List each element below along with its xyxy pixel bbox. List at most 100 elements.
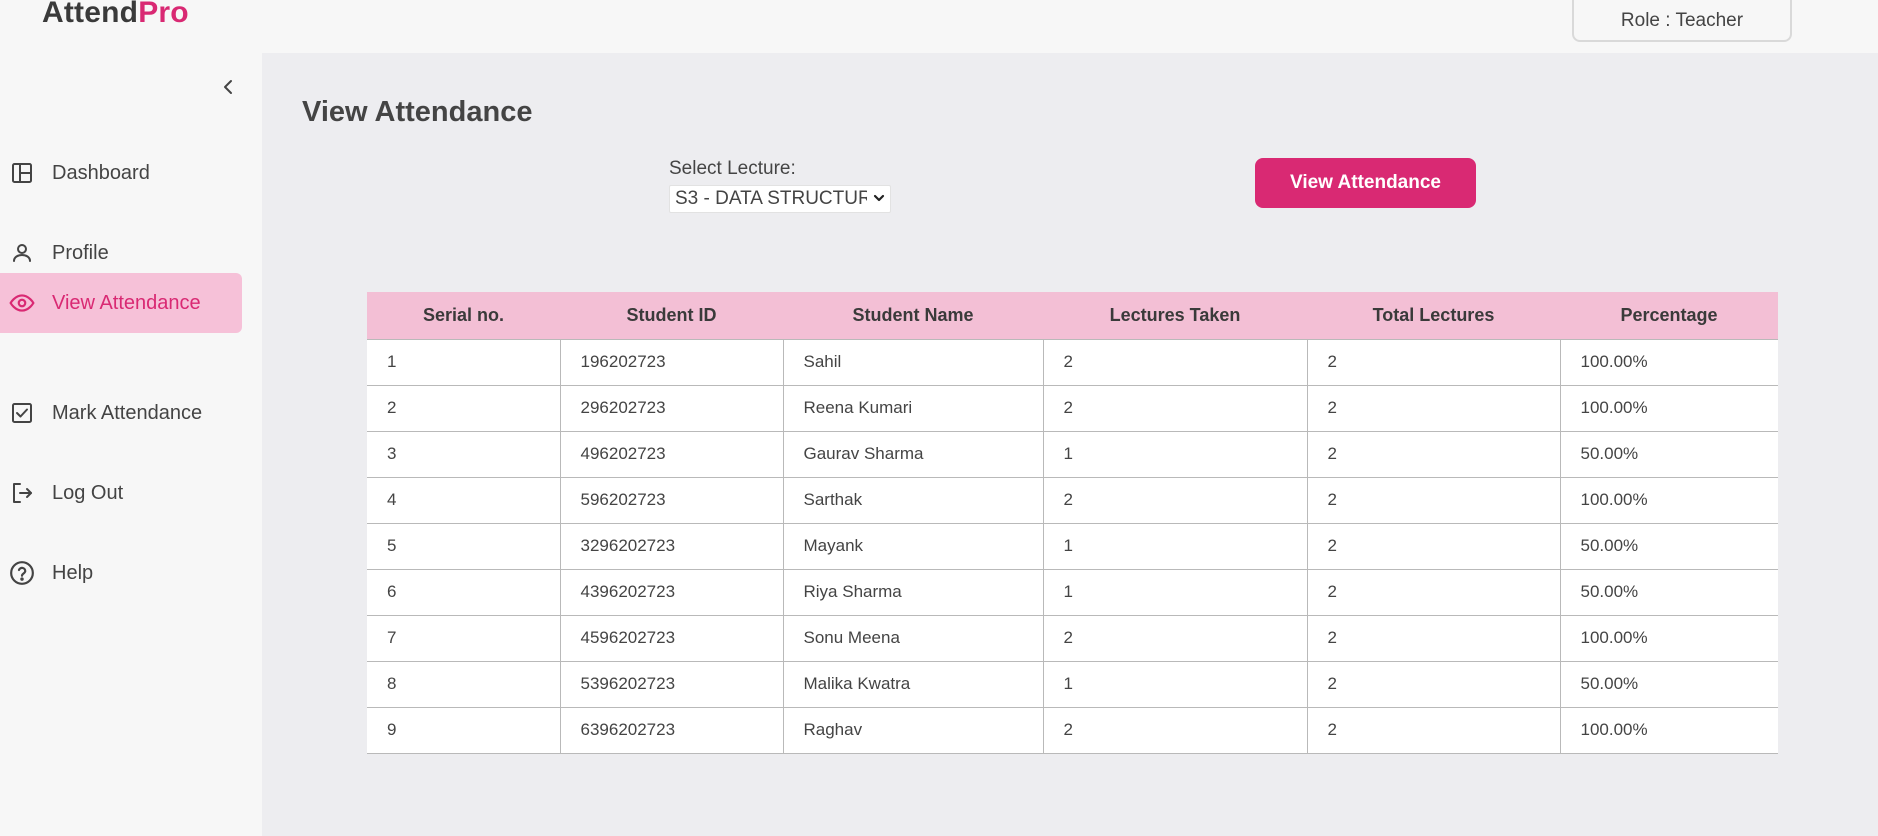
- table-cell: 1: [367, 338, 561, 386]
- table-cell: 2: [1306, 430, 1561, 478]
- column-header[interactable]: Lectures Taken: [1043, 292, 1307, 339]
- table-cell: 2: [1306, 384, 1561, 432]
- table-cell: 5396202723: [559, 660, 784, 708]
- logo-text-main: Attend: [42, 0, 139, 29]
- sidebar: Dashboard Profile View Attendance Mark A…: [0, 53, 262, 836]
- main-content: View Attendance Select Lecture: S3 - DAT…: [262, 53, 1878, 836]
- table-cell: 4396202723: [559, 568, 784, 616]
- table-cell: 6396202723: [559, 706, 784, 754]
- logout-icon: [9, 480, 35, 506]
- attendance-table-container: Serial no. Student ID Student Name Lectu…: [367, 292, 1778, 754]
- column-header[interactable]: Student ID: [560, 292, 783, 339]
- view-attendance-button[interactable]: View Attendance: [1255, 158, 1476, 208]
- user-icon: [9, 240, 35, 266]
- table-cell: 4: [367, 476, 561, 524]
- top-header: AttendPro Role : Teacher: [0, 0, 1878, 53]
- table-cell: 1: [1042, 568, 1308, 616]
- sidebar-item-mark-attendance[interactable]: Mark Attendance: [0, 383, 242, 443]
- table-cell: 1: [1042, 660, 1308, 708]
- table-cell: Gaurav Sharma: [782, 430, 1044, 478]
- table-row[interactable]: 8 5396202723 Malika Kwatra 1 2 50.00%: [367, 660, 1778, 708]
- table-cell: 8: [367, 660, 561, 708]
- sidebar-item-label: Help: [52, 561, 94, 584]
- table-row[interactable]: 9 6396202723 Raghav 2 2 100.00%: [367, 706, 1778, 754]
- table-cell: 2: [1306, 614, 1561, 662]
- column-header[interactable]: Student Name: [783, 292, 1043, 339]
- sidebar-item-label: Mark Attendance: [52, 401, 203, 424]
- select-lecture-label: Select Lecture:: [669, 158, 796, 179]
- logo-text-accent: Pro: [138, 0, 189, 29]
- lecture-select[interactable]: S3 - DATA STRUCTURES: [669, 185, 891, 213]
- checkbox-icon: [9, 400, 35, 426]
- table-cell: 2: [1306, 476, 1561, 524]
- chevron-down-icon: [873, 194, 885, 202]
- table-cell: 2: [1042, 614, 1308, 662]
- column-header[interactable]: Percentage: [1560, 292, 1778, 339]
- table-row[interactable]: 7 4596202723 Sonu Meena 2 2 100.00%: [367, 614, 1778, 662]
- sidebar-item-help[interactable]: Help: [0, 543, 242, 603]
- table-cell: 7: [367, 614, 561, 662]
- table-cell: 9: [367, 706, 561, 754]
- table-cell: 50.00%: [1559, 568, 1778, 616]
- table-cell: Malika Kwatra: [782, 660, 1044, 708]
- table-body: 1 196202723 Sahil 2 2 100.00% 2 296202723 Reena …: [367, 338, 1778, 754]
- table-cell: 3296202723: [559, 522, 784, 570]
- selected-lecture: S3 - DATA STRUCTURES: [675, 188, 867, 209]
- dashboard-icon: [9, 160, 35, 186]
- table-cell: 2: [1306, 568, 1561, 616]
- table-row[interactable]: 6 4396202723 Riya Sharma 1 2 50.00%: [367, 568, 1778, 616]
- table-row[interactable]: 4 596202723 Sarthak 2 2 100.00%: [367, 476, 1778, 524]
- table-cell: 2: [1306, 338, 1561, 386]
- sidebar-item-view-attendance[interactable]: View Attendance: [0, 273, 242, 333]
- table-row[interactable]: 5 3296202723 Mayank 1 2 50.00%: [367, 522, 1778, 570]
- table-cell: 496202723: [559, 430, 784, 478]
- page-title: View Attendance: [302, 96, 533, 128]
- table-row[interactable]: 3 496202723 Gaurav Sharma 1 2 50.00%: [367, 430, 1778, 478]
- collapse-sidebar-button[interactable]: [216, 75, 240, 99]
- sidebar-item-label: View Attendance: [52, 291, 201, 314]
- table-cell: 2: [1306, 706, 1561, 754]
- chevron-left-icon: [224, 80, 232, 94]
- table-cell: 1: [1042, 522, 1308, 570]
- table-header-row: Serial no. Student ID Student Name Lectu…: [367, 292, 1778, 339]
- attendance-table: Serial no. Student ID Student Name Lectu…: [367, 292, 1778, 754]
- app-logo[interactable]: AttendPro: [42, 0, 189, 30]
- table-cell: 2: [1042, 476, 1308, 524]
- table-cell: 50.00%: [1559, 660, 1778, 708]
- table-cell: 296202723: [559, 384, 784, 432]
- table-cell: Raghav: [782, 706, 1044, 754]
- table-cell: 100.00%: [1559, 384, 1778, 432]
- table-cell: 50.00%: [1559, 522, 1778, 570]
- table-row[interactable]: 2 296202723 Reena Kumari 2 2 100.00%: [367, 384, 1778, 432]
- table-cell: 2: [1042, 384, 1308, 432]
- sidebar-item-label: Profile: [52, 241, 109, 264]
- table-cell: 596202723: [559, 476, 784, 524]
- table-cell: 2: [367, 384, 561, 432]
- table-cell: 3: [367, 430, 561, 478]
- table-cell: 50.00%: [1559, 430, 1778, 478]
- table-cell: 100.00%: [1559, 338, 1778, 386]
- role-text: Role : Teacher: [1620, 10, 1744, 31]
- column-header[interactable]: Serial no.: [367, 292, 560, 339]
- table-cell: 100.00%: [1559, 614, 1778, 662]
- table-cell: Reena Kumari: [782, 384, 1044, 432]
- sidebar-item-dashboard[interactable]: Dashboard: [0, 143, 242, 203]
- table-cell: 100.00%: [1559, 476, 1778, 524]
- column-header[interactable]: Total Lectures: [1307, 292, 1560, 339]
- table-cell: Sarthak: [782, 476, 1044, 524]
- table-cell: Sahil: [782, 338, 1044, 386]
- sidebar-item-log-out[interactable]: Log Out: [0, 463, 242, 523]
- table-cell: 2: [1306, 522, 1561, 570]
- table-cell: 6: [367, 568, 561, 616]
- table-row[interactable]: 1 196202723 Sahil 2 2 100.00%: [367, 338, 1778, 386]
- table-cell: 2: [1306, 660, 1561, 708]
- table-cell: 100.00%: [1559, 706, 1778, 754]
- sidebar-item-label: Log Out: [52, 481, 124, 504]
- help-icon: [9, 560, 35, 586]
- table-cell: Mayank: [782, 522, 1044, 570]
- table-cell: 5: [367, 522, 561, 570]
- table-cell: 1: [1042, 430, 1308, 478]
- table-cell: Sonu Meena: [782, 614, 1044, 662]
- role-badge[interactable]: Role : Teacher: [1572, 0, 1792, 42]
- table-cell: 196202723: [559, 338, 784, 386]
